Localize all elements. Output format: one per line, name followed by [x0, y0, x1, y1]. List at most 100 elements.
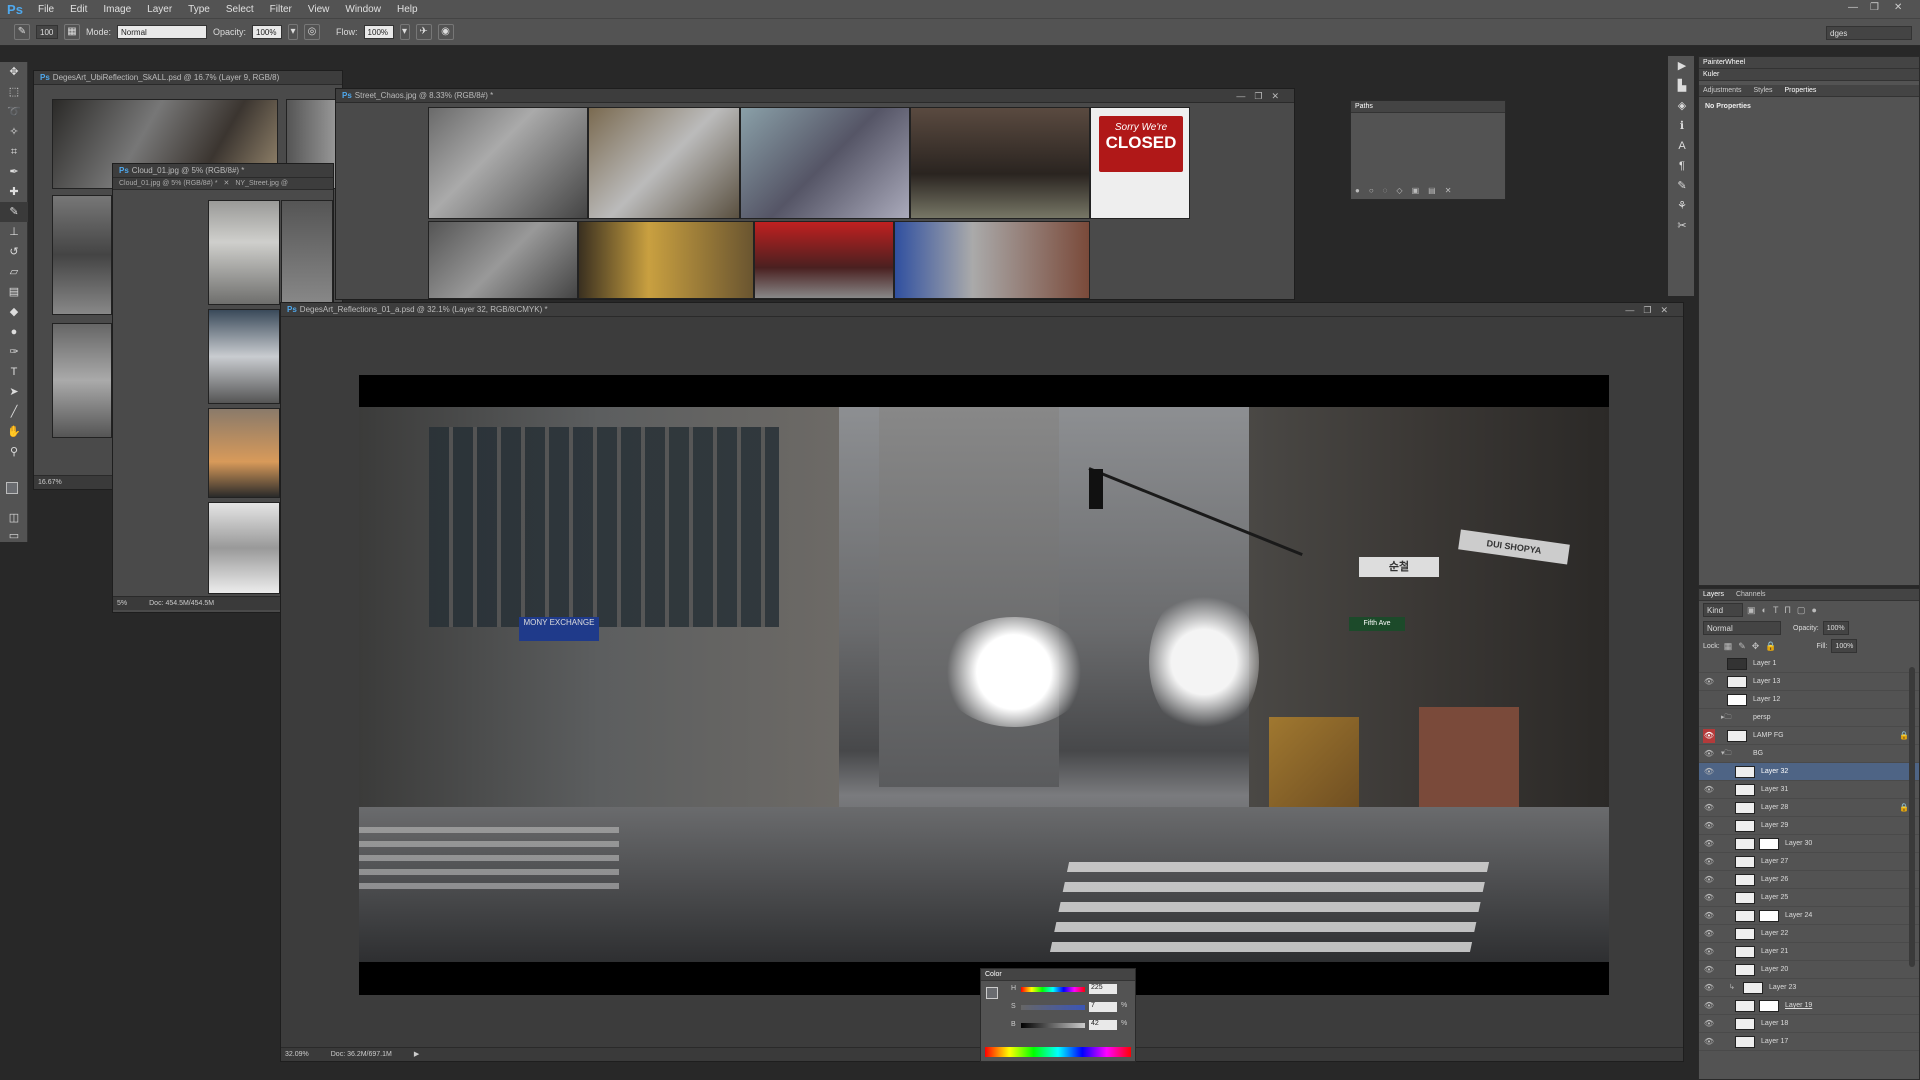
blur-tool-icon[interactable]: ◆	[0, 302, 28, 322]
mode-select[interactable]: Normal	[117, 25, 208, 39]
brush-tool-icon[interactable]: ✎	[14, 24, 30, 40]
eye-icon[interactable]: 👁	[1703, 889, 1715, 907]
eye-icon[interactable]: 👁	[1703, 673, 1715, 691]
workspace-select[interactable]: dges	[1826, 26, 1912, 40]
eye-icon[interactable]: 👁	[1703, 763, 1715, 781]
menu-view[interactable]: View	[300, 4, 338, 15]
eye-icon[interactable]: 👁	[1703, 781, 1715, 799]
saturation-field[interactable]: 7	[1089, 1002, 1117, 1012]
layer-row[interactable]: 👁 Layer 13	[1699, 673, 1919, 691]
layer-row[interactable]: 👁 LAMP FG 🔒	[1699, 727, 1919, 745]
tab-properties[interactable]: Properties	[1785, 87, 1817, 94]
layer-row[interactable]: 👁 Layer 21	[1699, 943, 1919, 961]
document-title[interactable]: Ps DegesArt_UbiReflection_SkALL.psd @ 16.…	[34, 71, 342, 85]
lock-icons[interactable]: ▦✎✥🔒	[1724, 641, 1783, 652]
brightness-slider[interactable]	[1021, 1023, 1085, 1028]
tool-presets-icon[interactable]: ✂	[1668, 216, 1696, 236]
screen-mode-icon[interactable]: ▭	[0, 526, 28, 546]
type-tool-icon[interactable]: T	[0, 362, 28, 382]
foreground-color-swatch[interactable]	[6, 482, 18, 494]
pressure-opacity-icon[interactable]: ◎	[304, 24, 321, 40]
history-brush-tool-icon[interactable]: ↺	[0, 242, 28, 262]
menu-edit[interactable]: Edit	[62, 4, 95, 15]
brightness-field[interactable]: 42	[1089, 1020, 1117, 1030]
flow-dropdown-icon[interactable]: ▾	[399, 24, 410, 40]
line-tool-icon[interactable]: ╱	[0, 402, 28, 422]
tab-cloud[interactable]: Cloud_01.jpg @ 5% (RGB/8#) *	[119, 180, 218, 187]
eye-icon[interactable]: 👁	[1703, 835, 1715, 853]
kind-filter[interactable]: Kind	[1703, 603, 1743, 617]
tab-layers[interactable]: Layers	[1703, 591, 1724, 598]
tab-ny-street[interactable]: NY_Street.jpg @	[235, 180, 288, 187]
eye-icon[interactable]: 👁	[1703, 1033, 1715, 1051]
layer-row[interactable]: 👁 Layer 28 🔒	[1699, 799, 1919, 817]
layer-row[interactable]: 👁 Layer 25	[1699, 889, 1919, 907]
layer-row[interactable]: 👁 Layer 19	[1699, 997, 1919, 1015]
eye-icon[interactable]: 👁	[1703, 1015, 1715, 1033]
layer-row[interactable]: Layer 12	[1699, 691, 1919, 709]
folder-expanded-icon[interactable]: ▾🗀	[1721, 745, 1732, 763]
gradient-tool-icon[interactable]: ▤	[0, 282, 28, 302]
pressure-size-icon[interactable]: ◉	[437, 24, 454, 40]
layer-row[interactable]: 👁 Layer 24	[1699, 907, 1919, 925]
window-buttons[interactable]: —❐✕	[1236, 89, 1288, 102]
paragraph-icon[interactable]: ¶	[1668, 156, 1696, 176]
blend-mode-select[interactable]: Normal	[1703, 621, 1781, 635]
layer-row[interactable]: 👁 Layer 31	[1699, 781, 1919, 799]
status-arrow-icon[interactable]: ▶	[414, 1051, 419, 1058]
layer-row[interactable]: 👁 Layer 29	[1699, 817, 1919, 835]
eye-icon[interactable]: 👁	[1703, 907, 1715, 925]
layers-scrollbar[interactable]	[1909, 667, 1915, 967]
layer-row[interactable]: Layer 1	[1699, 655, 1919, 673]
marquee-tool-icon[interactable]: ⬚	[0, 82, 28, 102]
layer-opacity-field[interactable]: 100%	[1822, 621, 1849, 635]
paths-action-icons[interactable]: ●○◌◇▣▤✕	[1355, 186, 1460, 195]
histogram-icon[interactable]: ▙	[1668, 76, 1696, 96]
eye-icon[interactable]: 👁	[1703, 871, 1715, 889]
filter-icons[interactable]: ▣◐TΠ▢●	[1747, 605, 1823, 616]
tab-styles[interactable]: Styles	[1753, 87, 1772, 94]
menu-layer[interactable]: Layer	[139, 4, 180, 15]
brush-panel-icon[interactable]: ▦	[64, 24, 80, 40]
eye-icon[interactable]: 👁	[1703, 799, 1715, 817]
menu-image[interactable]: Image	[95, 4, 139, 15]
layer-row[interactable]: 👁 Layer 30	[1699, 835, 1919, 853]
healing-tool-icon[interactable]: ✚	[0, 182, 28, 202]
brush-size-picker[interactable]: 100	[36, 25, 58, 39]
hue-slider[interactable]	[1021, 987, 1085, 992]
pen-tool-icon[interactable]: ✑	[0, 342, 28, 362]
document-title[interactable]: Ps Cloud_01.jpg @ 5% (RGB/8#) *	[113, 164, 333, 178]
brush-presets-icon[interactable]: ✎	[1668, 176, 1696, 196]
document-title[interactable]: Ps DegesArt_Reflections_01_a.psd @ 32.1% …	[281, 303, 1683, 317]
layer-row[interactable]: 👁 ↳ Layer 23	[1699, 979, 1919, 997]
airbrush-icon[interactable]: ✈	[415, 24, 432, 40]
layer-group-row[interactable]: ▸🗀 persp	[1699, 709, 1919, 727]
color-ramp[interactable]	[985, 1047, 1131, 1057]
path-select-tool-icon[interactable]: ➤	[0, 382, 28, 402]
layer-row[interactable]: 👁 Layer 22	[1699, 925, 1919, 943]
eye-icon[interactable]: 👁	[1703, 745, 1715, 763]
quick-mask-icon[interactable]: ◫	[0, 508, 28, 528]
quick-select-tool-icon[interactable]: ✧	[0, 122, 28, 142]
eyedropper-tool-icon[interactable]: ✒	[0, 162, 28, 182]
layer-row[interactable]: 👁 Layer 20	[1699, 961, 1919, 979]
tab-kuler[interactable]: Kuler	[1703, 71, 1719, 78]
move-tool-icon[interactable]: ✥	[0, 62, 28, 82]
restore-icon[interactable]: ❐	[1870, 2, 1879, 13]
brush-tool-icon[interactable]: ✎	[0, 202, 28, 222]
eye-icon[interactable]: 👁	[1703, 943, 1715, 961]
eye-icon[interactable]: 👁	[1703, 997, 1715, 1015]
tab-color[interactable]: Color	[985, 971, 1002, 978]
stamp-tool-icon[interactable]: ⊥	[0, 222, 28, 242]
menu-window[interactable]: Window	[337, 4, 389, 15]
document-window-main[interactable]: Ps DegesArt_Reflections_01_a.psd @ 32.1% …	[280, 302, 1684, 1062]
folder-collapsed-icon[interactable]: ▸🗀	[1721, 709, 1732, 727]
eye-icon[interactable]: 👁	[1703, 979, 1715, 997]
flow-field[interactable]: 100%	[363, 25, 394, 39]
layer-row[interactable]: 👁 Layer 27	[1699, 853, 1919, 871]
navigator-icon[interactable]: ◈	[1668, 96, 1696, 116]
hue-field[interactable]: 225	[1089, 984, 1117, 994]
opacity-field[interactable]: 100%	[252, 25, 283, 39]
saturation-slider[interactable]	[1021, 1005, 1085, 1010]
fill-field[interactable]: 100%	[1831, 639, 1858, 653]
